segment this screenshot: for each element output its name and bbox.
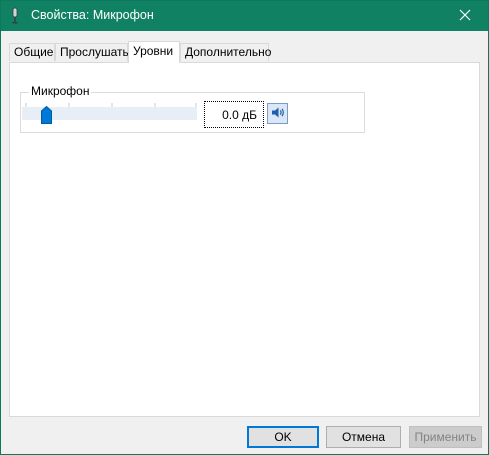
speaker-icon: [271, 106, 285, 122]
group-label: Микрофон: [29, 84, 92, 98]
tab-listen[interactable]: Прослушать: [55, 43, 129, 61]
tab-strip: Общие Прослушать Уровни Дополнительно: [9, 41, 479, 63]
ok-button[interactable]: OK: [247, 426, 319, 448]
microphone-icon: [10, 7, 20, 25]
level-value: 0.0 дБ: [222, 108, 257, 122]
level-slider[interactable]: [22, 103, 204, 125]
mute-button[interactable]: [267, 103, 288, 124]
title-bar: Свойства: Микрофон: [1, 1, 488, 31]
tab-advanced[interactable]: Дополнительно: [180, 43, 271, 61]
window-title: Свойства: Микрофон: [31, 8, 154, 22]
tab-general[interactable]: Общие: [9, 43, 55, 61]
tab-levels[interactable]: Уровни: [128, 41, 180, 63]
close-button[interactable]: [442, 1, 488, 31]
cancel-button[interactable]: Отмена: [326, 426, 401, 448]
slider-thumb[interactable]: [41, 105, 52, 127]
tab-panel-levels: Микрофон 0.0 дБ: [9, 62, 480, 417]
level-value-field[interactable]: 0.0 дБ: [204, 101, 264, 128]
apply-button[interactable]: Применить: [409, 426, 482, 448]
close-icon: [459, 9, 471, 24]
properties-dialog: Свойства: Микрофон Общие Прослушать Уров…: [0, 0, 489, 455]
